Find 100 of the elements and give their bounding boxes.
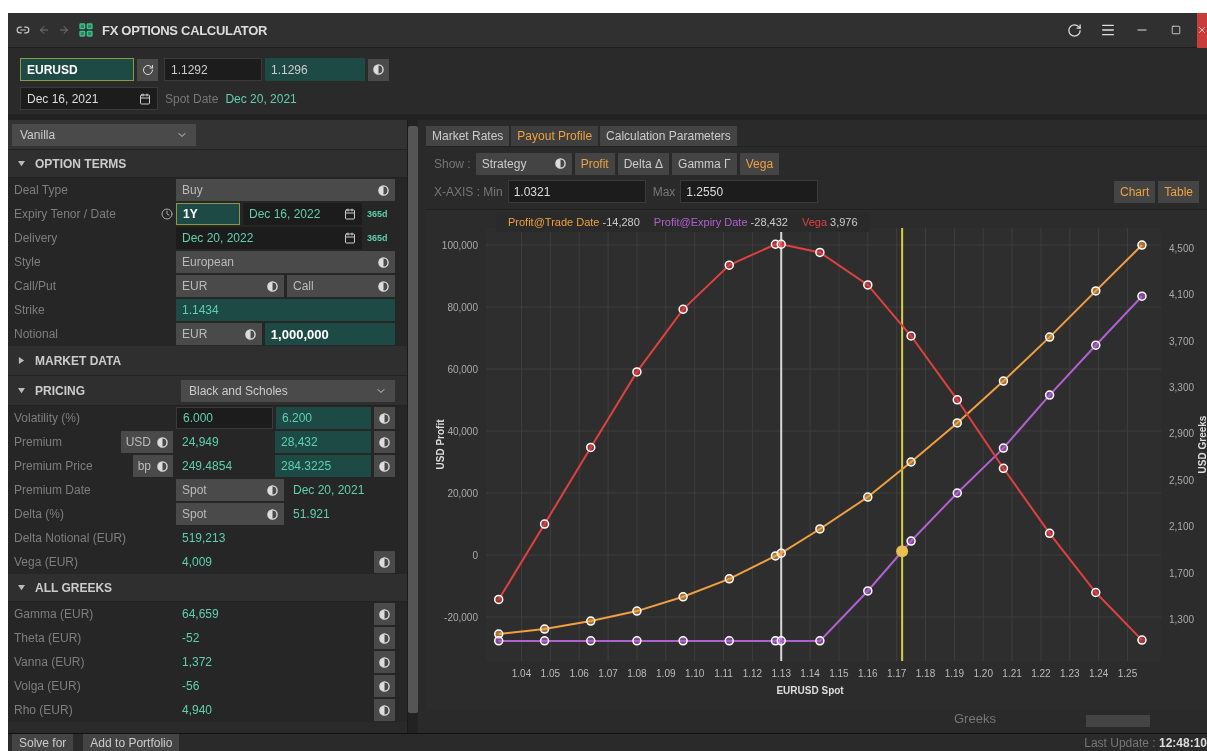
data-point <box>952 395 962 405</box>
product-dropdown[interactable]: Vanilla <box>12 124 196 146</box>
axis-tick-label: 1.07 <box>598 668 618 679</box>
axis-tick-label: 2,500 <box>1169 474 1195 486</box>
collapse-icon[interactable] <box>18 584 25 591</box>
input-field[interactable]: 6.000 <box>176 407 273 429</box>
dropdown[interactable]: Buy <box>176 179 395 201</box>
link-icon[interactable] <box>16 23 30 37</box>
calendar-icon[interactable] <box>139 92 151 105</box>
axis-tick-label: 60,000 <box>447 364 478 376</box>
half-circle-icon <box>267 508 278 520</box>
input-field[interactable]: 6.200 <box>276 407 371 429</box>
greeks-label: Greeks <box>954 710 996 726</box>
unit-dropdown[interactable]: USD <box>120 431 173 453</box>
min-field[interactable]: 1.0321 <box>507 180 646 203</box>
data-point <box>586 442 596 453</box>
axis-tick-label: 0 <box>472 550 478 561</box>
input-field[interactable]: 1Y <box>176 203 240 225</box>
close-icon <box>1197 25 1207 35</box>
half-circle-icon <box>554 158 566 169</box>
half-circle-icon <box>267 484 278 496</box>
field-label: Style <box>14 255 41 269</box>
data-point <box>815 524 825 534</box>
data-point <box>586 636 596 646</box>
axis-tick-label: 2,900 <box>1169 428 1195 440</box>
view-button[interactable]: Table <box>1158 180 1199 203</box>
input-field[interactable]: 1.1434 <box>176 299 395 321</box>
data-point <box>998 376 1009 386</box>
max-field[interactable]: 1.2550 <box>680 180 819 203</box>
ask-field[interactable]: 1.1296 <box>265 58 365 81</box>
data-point <box>678 636 688 646</box>
input-field[interactable]: 1,000,000 <box>264 323 395 345</box>
half-circle-icon <box>157 436 168 448</box>
toggle-button[interactable]: Profit <box>574 152 615 175</box>
toggle-button[interactable] <box>374 627 395 649</box>
tab[interactable]: Calculation Parameters <box>600 126 737 146</box>
dropdown[interactable]: EUR <box>176 323 262 345</box>
dropdown[interactable]: Spot <box>176 479 284 501</box>
toggle-button[interactable] <box>374 603 395 625</box>
data-point <box>586 616 596 626</box>
collapse-icon[interactable] <box>18 387 25 394</box>
trade-date-field[interactable]: Dec 16, 2021 <box>20 87 158 110</box>
dropdown[interactable]: EUR <box>176 275 284 297</box>
field-label: Premium <box>14 435 62 449</box>
axis-title: USD Greeks <box>1197 415 1207 474</box>
close-button[interactable] <box>1197 13 1207 48</box>
toggle-button[interactable] <box>374 675 395 697</box>
toggle-button[interactable] <box>374 699 395 721</box>
toggle-button[interactable] <box>368 58 389 81</box>
currency-pair-field[interactable]: EURUSD <box>20 58 134 81</box>
collapse-icon[interactable] <box>18 160 25 167</box>
day-count: 365d <box>366 232 389 245</box>
tab[interactable]: Payout Profile <box>511 126 599 146</box>
value-text: 519,213 <box>181 530 227 547</box>
scrollbar[interactable] <box>408 120 418 733</box>
axis-tick-label: 1.21 <box>1002 668 1022 679</box>
toggle-button[interactable] <box>374 651 395 673</box>
tab[interactable]: Market Rates <box>426 126 510 146</box>
bid-field[interactable]: 1.1292 <box>164 58 262 81</box>
input-field[interactable]: 28,432 <box>275 431 371 453</box>
half-circle-icon <box>378 184 389 196</box>
date-field[interactable]: Dec 16, 2022 <box>243 203 362 225</box>
data-point <box>632 367 642 377</box>
field-label: Expiry Tenor / Date <box>14 207 116 221</box>
dropdown[interactable]: Call <box>287 275 395 297</box>
toggle-button[interactable]: Gamma Γ <box>672 152 737 175</box>
unit-dropdown[interactable]: bp <box>132 455 173 477</box>
axis-title: EURUSD Spot <box>776 685 844 696</box>
data-point <box>539 636 550 646</box>
window-title: FX OPTIONS CALCULATOR <box>102 22 268 38</box>
toggle-button[interactable] <box>374 431 395 453</box>
date-field[interactable]: Dec 20, 2022 <box>176 227 362 249</box>
toggle-button[interactable] <box>374 551 395 573</box>
action-button[interactable]: Solve for <box>12 733 74 751</box>
model-dropdown[interactable]: Black and Scholes <box>181 379 395 402</box>
refresh-button[interactable] <box>137 58 158 81</box>
calendar-icon[interactable] <box>344 208 356 220</box>
section-title: OPTION TERMS <box>35 156 128 171</box>
data-point <box>678 304 688 314</box>
data-point <box>863 586 873 596</box>
strategy-dropdown[interactable]: Strategy <box>475 152 572 175</box>
spot-date: Dec 20, 2021 <box>225 91 297 106</box>
data-point <box>493 636 504 646</box>
toggle-button[interactable] <box>374 407 395 429</box>
data-point <box>906 536 916 546</box>
calendar-icon[interactable] <box>344 232 356 244</box>
dropdown[interactable]: European <box>176 251 395 273</box>
clock-icon[interactable] <box>161 208 173 220</box>
toggle-button[interactable]: Delta Δ <box>617 152 670 175</box>
view-button[interactable]: Chart <box>1113 180 1156 203</box>
toggle-button[interactable]: Vega <box>739 152 780 175</box>
action-button[interactable]: Add to Portfolio <box>83 733 180 751</box>
expand-icon[interactable] <box>18 357 25 364</box>
highlight-dot <box>896 545 909 558</box>
dropdown[interactable]: Spot <box>176 503 284 525</box>
field-label: Strike <box>14 303 45 317</box>
input-field[interactable]: 284.3225 <box>275 455 371 477</box>
value-text: 51.921 <box>292 506 331 523</box>
toggle-button[interactable] <box>374 455 395 477</box>
field-label: Premium Price <box>14 459 93 473</box>
